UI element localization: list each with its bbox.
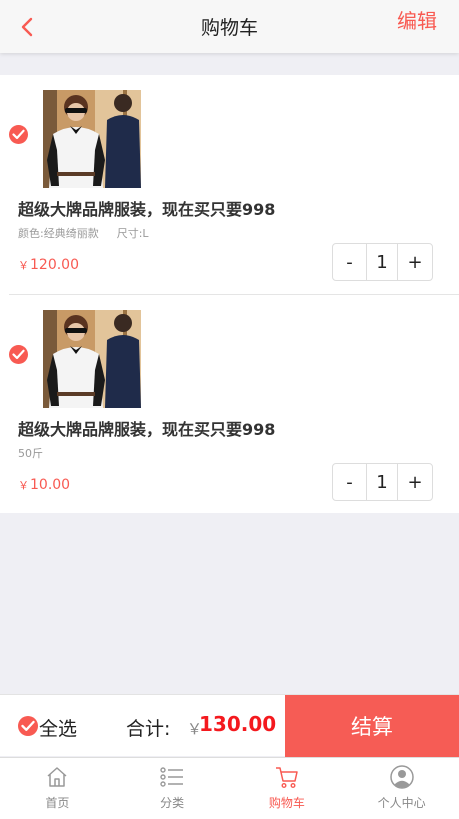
product-image[interactable] xyxy=(43,310,141,408)
total-label: 合计: xyxy=(126,718,171,740)
tab-label: 分类 xyxy=(160,796,185,810)
price-value: 10.00 xyxy=(30,477,71,493)
product-price: ￥10.00 xyxy=(18,477,70,493)
currency-symbol: ￥ xyxy=(18,259,29,272)
edit-button[interactable]: 编辑 xyxy=(397,5,437,34)
tab-home[interactable]: 首页 xyxy=(0,758,115,819)
currency-symbol: ￥ xyxy=(18,479,29,492)
increase-button[interactable]: + xyxy=(398,464,432,500)
tab-label: 首页 xyxy=(45,796,70,810)
checkmark-icon xyxy=(21,720,35,731)
cart-list: 超级大牌品牌服装，现在买只要998 颜色:经典绮丽款 尺寸:L ￥120.00 -… xyxy=(0,75,459,513)
page-title: 购物车 xyxy=(200,17,258,39)
cart-icon xyxy=(275,767,298,789)
product-title[interactable]: 超级大牌品牌服装，现在买只要998 xyxy=(18,196,275,220)
product-specs: 颜色:经典绮丽款 尺寸:L xyxy=(18,225,149,241)
increase-button[interactable]: + xyxy=(398,244,432,280)
checkmark-icon xyxy=(12,129,25,140)
product-image[interactable] xyxy=(43,90,141,188)
select-all-checkbox[interactable] xyxy=(18,716,38,736)
decrease-button[interactable]: - xyxy=(333,244,367,280)
cart-item: 超级大牌品牌服装，现在买只要998 50斤 ￥10.00 - 1 + xyxy=(9,294,459,513)
tab-label: 购物车 xyxy=(268,796,305,810)
product-price: ￥120.00 xyxy=(18,257,79,273)
spec-weight: 50斤 xyxy=(18,447,43,460)
home-icon xyxy=(47,767,67,787)
item-checkbox[interactable] xyxy=(9,125,28,144)
cart-item: 超级大牌品牌服装，现在买只要998 颜色:经典绮丽款 尺寸:L ￥120.00 -… xyxy=(0,75,459,294)
checkout-button[interactable]: 结算 xyxy=(285,695,459,757)
item-checkbox[interactable] xyxy=(9,345,28,364)
tab-cart[interactable]: 购物车 xyxy=(230,758,345,819)
header-bar: 购物车 编辑 xyxy=(0,0,459,53)
spec-size: 尺寸:L xyxy=(116,227,149,240)
quantity-value[interactable]: 1 xyxy=(367,464,398,500)
tab-category[interactable]: 分类 xyxy=(115,758,230,819)
total-value: 130.00 xyxy=(199,712,277,736)
bottom-tab-bar: 首页 分类 购物车 个人中心 xyxy=(0,757,459,819)
spec-color: 颜色:经典绮丽款 xyxy=(18,227,99,240)
price-value: 120.00 xyxy=(30,257,79,273)
quantity-stepper: - 1 + xyxy=(332,243,433,281)
tab-profile[interactable]: 个人中心 xyxy=(344,758,459,819)
tab-label: 个人中心 xyxy=(377,796,426,810)
product-specs: 50斤 xyxy=(18,445,43,461)
product-title[interactable]: 超级大牌品牌服装，现在买只要998 xyxy=(18,416,275,440)
quantity-value[interactable]: 1 xyxy=(367,244,398,280)
checkmark-icon xyxy=(12,349,25,360)
select-all-label[interactable]: 全选 xyxy=(39,714,77,741)
decrease-button[interactable]: - xyxy=(333,464,367,500)
quantity-stepper: - 1 + xyxy=(332,463,433,501)
user-icon xyxy=(389,765,414,789)
list-icon xyxy=(160,767,184,787)
checkout-bar: 全选 合计: ￥ 130.00 结算 xyxy=(0,694,459,757)
